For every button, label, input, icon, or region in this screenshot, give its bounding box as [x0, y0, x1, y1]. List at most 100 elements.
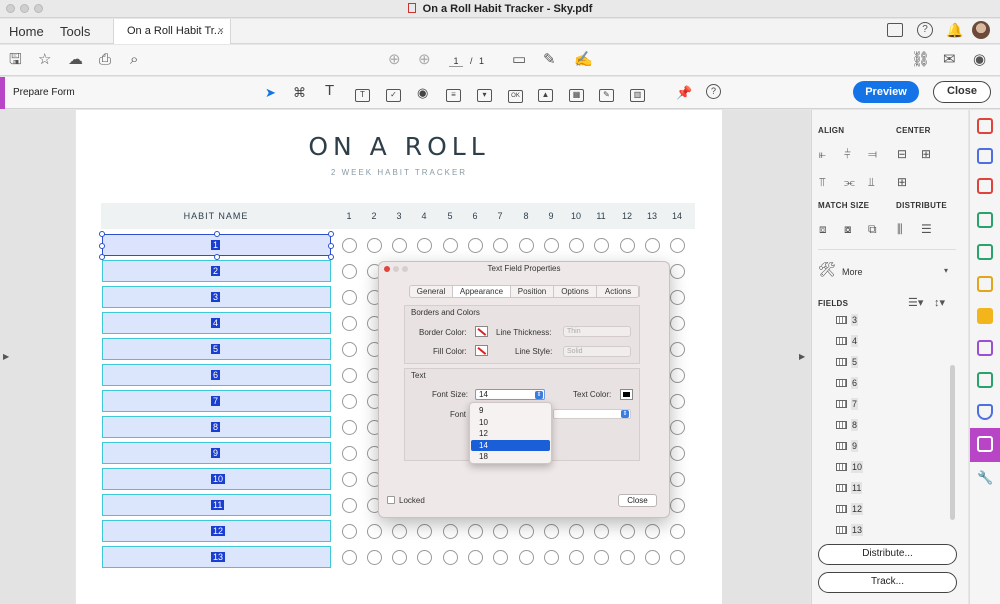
- day-check-circle[interactable]: [392, 524, 407, 539]
- image-field-icon[interactable]: ▲: [538, 84, 553, 102]
- distribute-vertical-icon[interactable]: ☰: [921, 222, 932, 236]
- day-check-circle[interactable]: [519, 524, 534, 539]
- day-check-circle[interactable]: [670, 420, 685, 435]
- upload-cloud-icon[interactable]: ☁: [68, 51, 83, 69]
- day-check-circle[interactable]: [367, 238, 382, 253]
- day-check-circle[interactable]: [342, 238, 357, 253]
- day-check-circle[interactable]: [645, 550, 660, 565]
- print-icon[interactable]: ⎙: [99, 51, 111, 69]
- organize-pages-icon[interactable]: [977, 178, 993, 194]
- day-check-circle[interactable]: [594, 524, 609, 539]
- pin-icon[interactable]: 📌: [676, 84, 692, 101]
- page-down-icon[interactable]: ⊕: [418, 51, 431, 69]
- collapse-right-panel-icon[interactable]: ▶: [799, 352, 805, 361]
- tools-tab[interactable]: Tools: [60, 19, 90, 44]
- match-width-icon[interactable]: ⧈: [819, 222, 827, 236]
- resize-handle[interactable]: [328, 231, 334, 237]
- day-check-circle[interactable]: [342, 264, 357, 279]
- distribute-horizontal-icon[interactable]: ⫼: [897, 222, 903, 236]
- field-list-item[interactable]: 10: [836, 461, 864, 473]
- font-size-chevron-icon[interactable]: ⇕: [535, 391, 543, 399]
- text-color-swatch[interactable]: [620, 389, 633, 400]
- day-check-circle[interactable]: [417, 524, 432, 539]
- align-right-icon[interactable]: ⫤: [868, 147, 877, 161]
- form-help-icon[interactable]: ?: [706, 84, 721, 99]
- auto-field-icon[interactable]: ⌘: [293, 84, 306, 101]
- day-check-circle[interactable]: [620, 238, 635, 253]
- combine-files-icon[interactable]: [977, 148, 993, 164]
- day-check-circle[interactable]: [594, 238, 609, 253]
- day-check-circle[interactable]: [443, 238, 458, 253]
- day-check-circle[interactable]: [519, 550, 534, 565]
- day-check-circle[interactable]: [468, 238, 483, 253]
- window-zoom-button[interactable]: [34, 4, 43, 13]
- locked-checkbox[interactable]: [387, 496, 395, 504]
- field-list-item[interactable]: 9: [836, 440, 859, 452]
- day-check-circle[interactable]: [670, 368, 685, 383]
- create-pdf-icon[interactable]: [977, 118, 993, 134]
- field-list-item[interactable]: 11: [836, 482, 863, 494]
- day-check-circle[interactable]: [342, 342, 357, 357]
- document-tab[interactable]: On a Roll Habit Tr... ×: [113, 19, 231, 44]
- day-check-circle[interactable]: [670, 342, 685, 357]
- preview-button[interactable]: Preview: [853, 81, 919, 103]
- line-thickness-select[interactable]: Thin: [563, 326, 631, 337]
- day-check-circle[interactable]: [367, 524, 382, 539]
- field-list-item[interactable]: 7: [836, 398, 859, 410]
- day-check-circle[interactable]: [342, 472, 357, 487]
- day-check-circle[interactable]: [367, 550, 382, 565]
- dialog-tab-options[interactable]: Options: [554, 286, 597, 297]
- day-check-circle[interactable]: [645, 238, 660, 253]
- compress-icon[interactable]: [977, 372, 993, 388]
- fields-scrollbar[interactable]: [950, 365, 955, 520]
- center-horizontal-icon[interactable]: ⊟: [897, 147, 907, 161]
- comment-tool-icon[interactable]: [977, 308, 993, 324]
- day-check-circle[interactable]: [594, 550, 609, 565]
- day-check-circle[interactable]: [468, 524, 483, 539]
- day-check-circle[interactable]: [342, 550, 357, 565]
- day-check-circle[interactable]: [670, 238, 685, 253]
- day-check-circle[interactable]: [569, 238, 584, 253]
- fill-color-swatch[interactable]: [475, 345, 488, 356]
- habit-text-field[interactable]: 4: [102, 312, 331, 334]
- align-middle-icon[interactable]: ⫘: [844, 175, 855, 189]
- day-check-circle[interactable]: [342, 446, 357, 461]
- day-check-circle[interactable]: [569, 524, 584, 539]
- home-tab[interactable]: Home: [9, 19, 44, 44]
- day-check-circle[interactable]: [493, 550, 508, 565]
- habit-text-field[interactable]: 1: [99, 231, 334, 260]
- field-list-item[interactable]: 13: [836, 524, 864, 536]
- day-check-circle[interactable]: [342, 368, 357, 383]
- align-bottom-icon[interactable]: ⫫: [868, 175, 875, 189]
- comment-icon[interactable]: ▭: [512, 51, 526, 69]
- habit-text-field[interactable]: 9: [102, 442, 331, 464]
- day-check-circle[interactable]: [417, 550, 432, 565]
- page-number-input[interactable]: 1: [449, 56, 463, 67]
- notification-bell-icon[interactable]: 🔔: [946, 22, 963, 39]
- match-height-icon[interactable]: ⧇: [844, 222, 852, 236]
- prepare-form-tool-icon[interactable]: [977, 436, 993, 452]
- protect-icon[interactable]: [977, 404, 993, 420]
- font-size-option[interactable]: 12: [471, 428, 550, 439]
- scan-ocr-icon[interactable]: [977, 276, 993, 292]
- font-size-option[interactable]: 9: [471, 405, 550, 416]
- save-icon[interactable]: 🖫: [9, 51, 22, 69]
- match-both-icon[interactable]: ⧉: [868, 222, 877, 236]
- habit-text-field[interactable]: 7: [102, 390, 331, 412]
- fill-sign-icon[interactable]: [977, 340, 993, 356]
- list-box-icon[interactable]: ≡: [446, 84, 461, 102]
- day-check-circle[interactable]: [670, 394, 685, 409]
- font-size-option[interactable]: 10: [471, 417, 550, 428]
- bookmark-star-icon[interactable]: ☆: [38, 51, 51, 69]
- day-check-circle[interactable]: [670, 472, 685, 487]
- day-check-circle[interactable]: [670, 550, 685, 565]
- barcode-icon[interactable]: ▥: [630, 84, 645, 102]
- day-check-circle[interactable]: [544, 238, 559, 253]
- font-select[interactable]: ⇕: [553, 409, 631, 419]
- day-check-circle[interactable]: [620, 550, 635, 565]
- day-check-circle[interactable]: [569, 550, 584, 565]
- field-list-item[interactable]: 12: [836, 503, 864, 515]
- search-icon[interactable]: ⌕: [130, 51, 138, 69]
- edit-pdf-icon[interactable]: [977, 244, 993, 260]
- day-check-circle[interactable]: [342, 290, 357, 305]
